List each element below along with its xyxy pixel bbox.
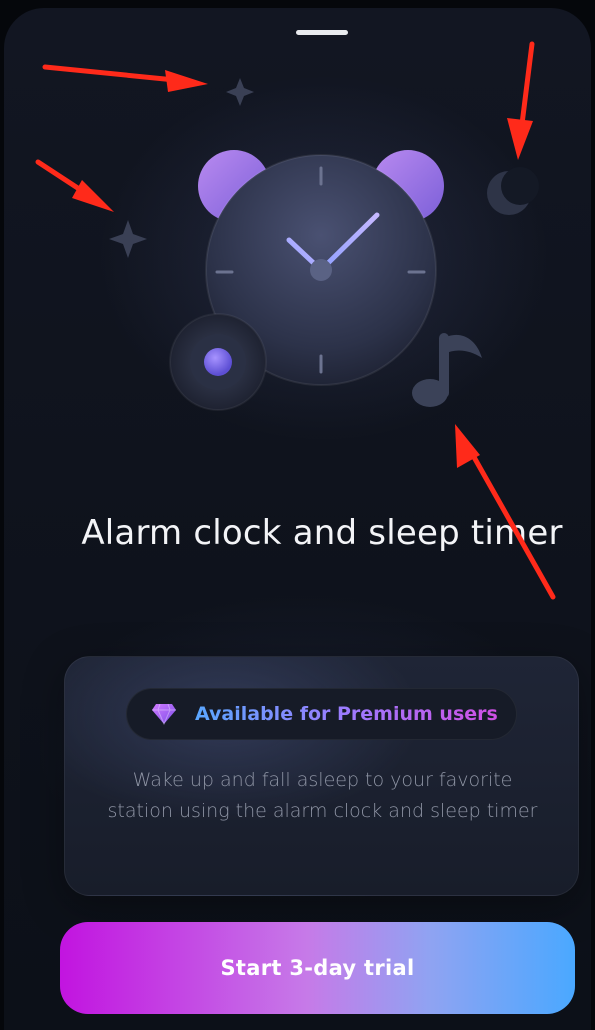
- premium-badge: Available for Premium users: [126, 688, 517, 740]
- premium-badge-label: Available for Premium users: [195, 703, 498, 725]
- music-note-icon: [412, 333, 482, 407]
- crescent-moon-icon: [487, 167, 539, 215]
- feature-description: Wake up and fall asleep to your favorite…: [107, 769, 538, 822]
- bottom-sheet: Alarm clock and sleep timer Available fo…: [4, 8, 591, 1030]
- page-title: Alarm clock and sleep timer: [81, 513, 563, 553]
- sparkle-icon: [226, 78, 254, 106]
- screen: Alarm clock and sleep timer Available fo…: [0, 0, 595, 1030]
- alarm-illustration: [109, 78, 539, 411]
- record-disc-icon: [169, 313, 267, 411]
- sparkle-icon: [109, 220, 147, 258]
- premium-info-card: Available for Premium users Wake up and …: [64, 656, 579, 896]
- start-trial-button[interactable]: Start 3-day trial: [60, 922, 575, 1014]
- diamond-icon: [152, 703, 176, 725]
